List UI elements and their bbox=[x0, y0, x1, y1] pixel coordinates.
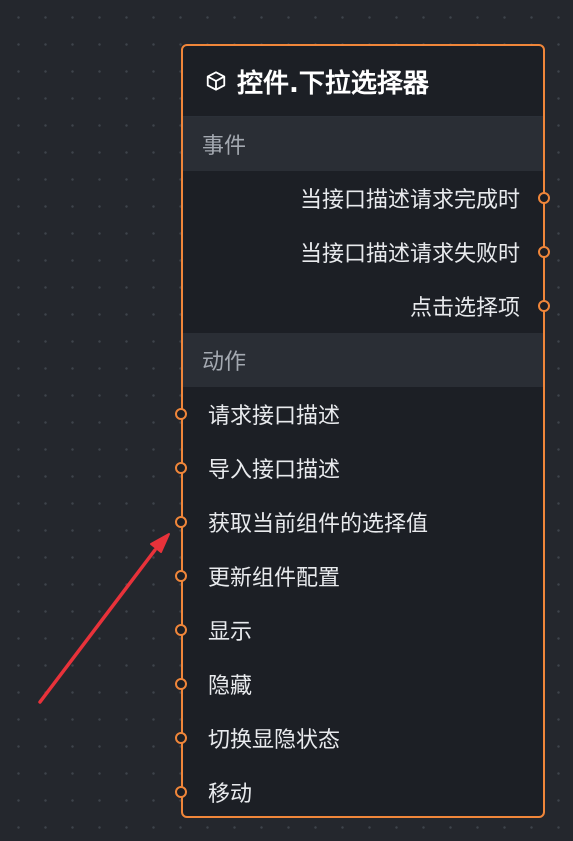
action-item: 获取当前组件的选择值 bbox=[175, 495, 543, 549]
events-section-header: 事件 bbox=[183, 117, 543, 171]
input-port[interactable] bbox=[175, 408, 187, 420]
input-port[interactable] bbox=[175, 462, 187, 474]
input-port[interactable] bbox=[175, 678, 187, 690]
action-item-label: 获取当前组件的选择值 bbox=[208, 512, 429, 537]
input-port[interactable] bbox=[175, 570, 187, 582]
action-item: 导入接口描述 bbox=[175, 441, 543, 495]
event-item: 点击选择项 bbox=[183, 279, 550, 333]
event-item: 当接口描述请求失败时 bbox=[183, 225, 550, 279]
action-item-label: 隐藏 bbox=[208, 674, 253, 699]
action-item: 显示 bbox=[175, 603, 543, 657]
input-port[interactable] bbox=[175, 516, 187, 528]
node-header[interactable]: 控件.下拉选择器 bbox=[183, 46, 543, 117]
event-item-label: 当接口描述请求失败时 bbox=[299, 242, 520, 267]
action-item: 移动 bbox=[175, 765, 543, 819]
action-item-label: 显示 bbox=[208, 620, 253, 645]
action-item-label: 移动 bbox=[208, 782, 253, 807]
input-port[interactable] bbox=[175, 624, 187, 636]
input-port[interactable] bbox=[175, 732, 187, 744]
action-item: 隐藏 bbox=[175, 657, 543, 711]
action-item-label: 切换显隐状态 bbox=[208, 728, 341, 753]
action-item: 请求接口描述 bbox=[175, 387, 543, 441]
event-item-label: 点击选择项 bbox=[409, 296, 520, 321]
cube-icon bbox=[205, 70, 227, 92]
action-item-label: 请求接口描述 bbox=[208, 404, 341, 429]
actions-section-header: 动作 bbox=[183, 333, 543, 387]
input-port[interactable] bbox=[175, 786, 187, 798]
output-port[interactable] bbox=[538, 192, 550, 204]
output-port[interactable] bbox=[538, 246, 550, 258]
event-item-label: 当接口描述请求完成时 bbox=[299, 188, 520, 213]
dropdown-selector-node[interactable]: 控件.下拉选择器 事件 当接口描述请求完成时 当接口描述请求失败时 点击选择项 … bbox=[175, 44, 550, 819]
action-item: 切换显隐状态 bbox=[175, 711, 543, 765]
node-title: 控件.下拉选择器 bbox=[237, 68, 429, 99]
event-item: 当接口描述请求完成时 bbox=[183, 171, 550, 225]
action-item: 更新组件配置 bbox=[175, 549, 543, 603]
action-item-label: 更新组件配置 bbox=[208, 566, 341, 591]
action-item-label: 导入接口描述 bbox=[208, 458, 341, 483]
output-port[interactable] bbox=[538, 300, 550, 312]
